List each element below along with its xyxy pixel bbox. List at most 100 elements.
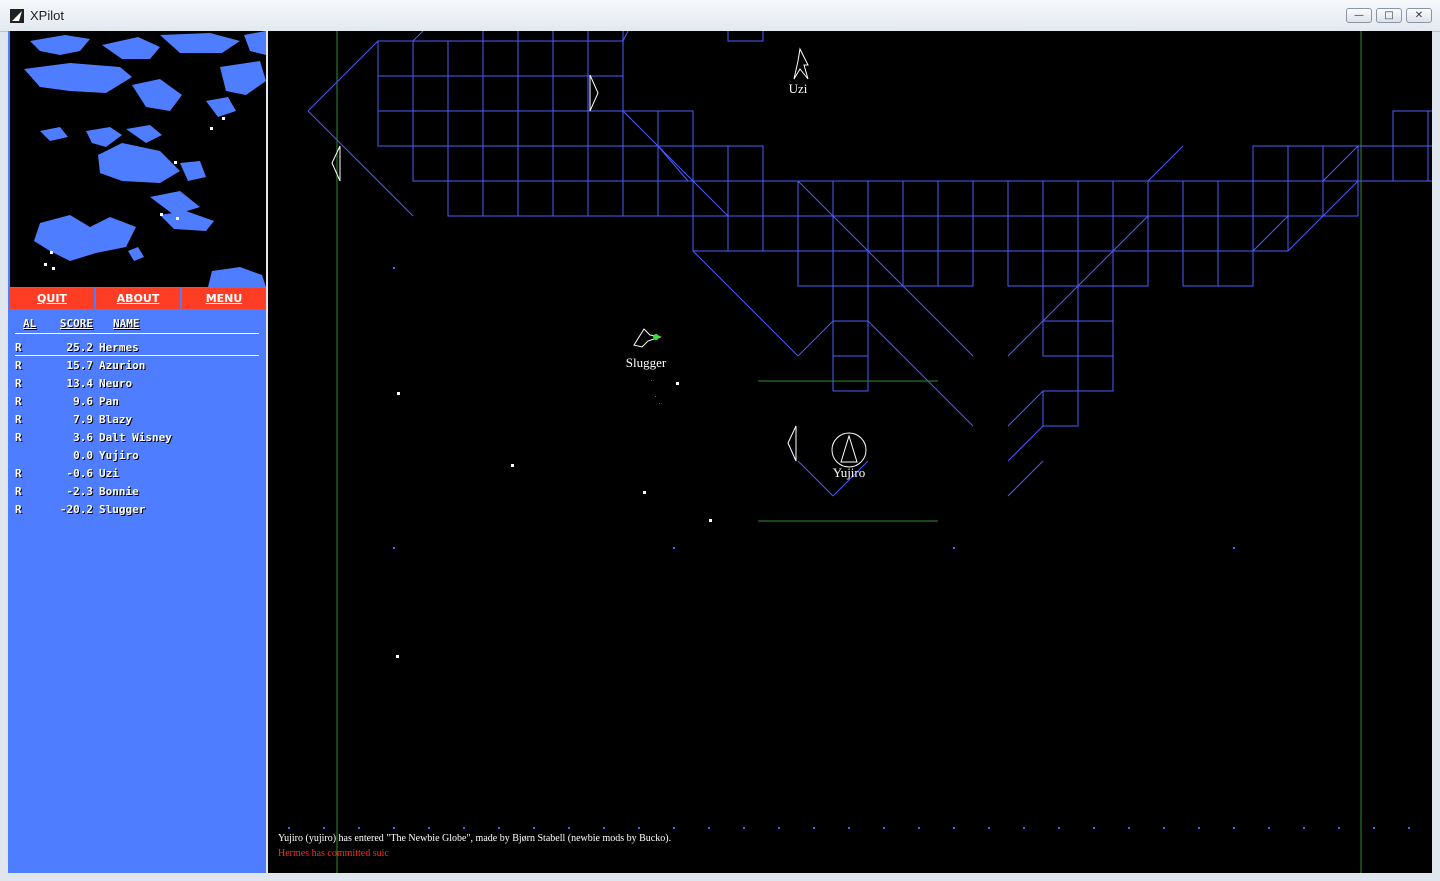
grid-dot bbox=[778, 827, 780, 829]
score-row: R -2.3 Bonnie bbox=[15, 485, 139, 499]
wall-block bbox=[1147, 215, 1184, 252]
row-name: Slugger bbox=[99, 503, 146, 516]
wall-block bbox=[1357, 145, 1394, 182]
cannon bbox=[589, 74, 599, 112]
wall-block bbox=[517, 31, 554, 42]
wall-block bbox=[552, 180, 589, 217]
row-name: Hermes bbox=[99, 341, 139, 354]
wall-block bbox=[377, 75, 414, 112]
wall-block bbox=[587, 31, 624, 42]
row-score: -20.2 bbox=[59, 503, 93, 516]
grid-dot bbox=[1373, 827, 1375, 829]
wall-block bbox=[692, 145, 729, 182]
wall-block bbox=[972, 180, 1009, 217]
wall-block bbox=[762, 180, 799, 217]
row-score: 13.4 bbox=[66, 377, 94, 390]
wall-block bbox=[517, 110, 554, 147]
grid-dot bbox=[288, 827, 290, 829]
wall-block bbox=[412, 110, 449, 147]
wall-block bbox=[482, 110, 519, 147]
wall-block bbox=[1427, 145, 1432, 182]
wall-block bbox=[1042, 180, 1079, 217]
wall-block bbox=[517, 75, 554, 112]
wall-block bbox=[937, 180, 974, 217]
row-al: R bbox=[15, 467, 22, 480]
header-name: NAME bbox=[113, 317, 140, 330]
quit-button[interactable]: QUIT bbox=[10, 288, 94, 309]
wall-block bbox=[517, 145, 554, 182]
grid-dot bbox=[1198, 827, 1200, 829]
score-row: R 7.9 Blazy bbox=[15, 413, 132, 427]
wall-block bbox=[797, 250, 834, 287]
wall-block bbox=[447, 75, 484, 112]
row-name: Azurion bbox=[99, 359, 146, 372]
score-row: R 25.2 Hermes bbox=[15, 341, 139, 355]
game-viewport[interactable]: Uzi Slugger Yujiro Yujiro (yujiro) has e… bbox=[268, 31, 1432, 873]
wall-block bbox=[482, 75, 519, 112]
wall-block bbox=[1182, 180, 1219, 217]
row-al: R bbox=[15, 431, 22, 444]
wall-block bbox=[1252, 145, 1289, 182]
window-title: XPilot bbox=[30, 8, 64, 23]
score-row: R -0.6 Uzi bbox=[15, 467, 119, 481]
row-name: Bonnie bbox=[99, 485, 139, 498]
row-score: -0.6 bbox=[66, 467, 94, 480]
wall-block bbox=[517, 40, 554, 77]
grid-dot bbox=[1128, 827, 1130, 829]
wall-block bbox=[1042, 320, 1079, 357]
wall-block bbox=[1042, 250, 1079, 287]
wall-block bbox=[832, 355, 869, 392]
radar-minimap[interactable] bbox=[10, 31, 266, 287]
wall-block bbox=[622, 145, 659, 182]
wall-block bbox=[1217, 180, 1254, 217]
message-line: Yujiro (yujiro) has entered "The Newbie … bbox=[278, 833, 672, 844]
grid-dot bbox=[323, 827, 325, 829]
wall-block bbox=[832, 320, 869, 357]
row-name: Pan bbox=[99, 395, 119, 408]
debris bbox=[651, 380, 660, 404]
leader-divider bbox=[15, 355, 259, 356]
wall-block bbox=[1427, 110, 1432, 147]
wall-block bbox=[657, 110, 694, 147]
close-button[interactable]: ✕ bbox=[1406, 8, 1432, 23]
ship-slugger[interactable]: Slugger bbox=[626, 328, 667, 370]
ship-uzi[interactable]: Uzi bbox=[789, 47, 809, 96]
header-score: SCORE bbox=[59, 317, 93, 330]
wall-block bbox=[482, 180, 519, 217]
message-line: Hermes has committed suic bbox=[278, 848, 389, 859]
row-name: Uzi bbox=[99, 467, 119, 480]
wall-block bbox=[657, 180, 694, 217]
row-score: 9.6 bbox=[73, 395, 93, 408]
wall-block bbox=[1077, 355, 1114, 392]
wall-block bbox=[1007, 215, 1044, 252]
wall-block bbox=[972, 215, 1009, 252]
score-row: R 13.4 Neuro bbox=[15, 377, 132, 391]
wall-block bbox=[1112, 180, 1149, 217]
wall-block bbox=[937, 215, 974, 252]
wall-block bbox=[1042, 215, 1079, 252]
maximize-button[interactable]: □ bbox=[1376, 8, 1402, 23]
title-bar: XPilot — □ ✕ bbox=[0, 0, 1440, 32]
wall-block bbox=[902, 180, 939, 217]
ship-yujiro[interactable]: Yujiro bbox=[831, 432, 867, 480]
wall-block bbox=[482, 31, 519, 42]
grid-dot bbox=[638, 827, 640, 829]
grid-dot bbox=[393, 827, 395, 829]
wall-block bbox=[1077, 320, 1114, 357]
row-name: Dalt Wisney bbox=[99, 431, 172, 444]
grid-dot bbox=[358, 827, 360, 829]
row-al: R bbox=[15, 341, 22, 354]
wall-block bbox=[1182, 215, 1219, 252]
wall-block bbox=[447, 180, 484, 217]
wall-block bbox=[902, 250, 939, 287]
grid-dot bbox=[1233, 827, 1235, 829]
grid-dot bbox=[1408, 827, 1410, 829]
wall-block bbox=[1112, 250, 1149, 287]
wall-block bbox=[692, 215, 729, 252]
game-client: QUIT ABOUT MENU AL SCORE NAME R 25.2 Her… bbox=[8, 31, 1432, 873]
wall-block bbox=[727, 145, 764, 182]
minimize-button[interactable]: — bbox=[1346, 8, 1372, 23]
menu-button[interactable]: MENU bbox=[182, 288, 266, 309]
wall-block bbox=[832, 180, 869, 217]
about-button[interactable]: ABOUT bbox=[96, 288, 180, 309]
